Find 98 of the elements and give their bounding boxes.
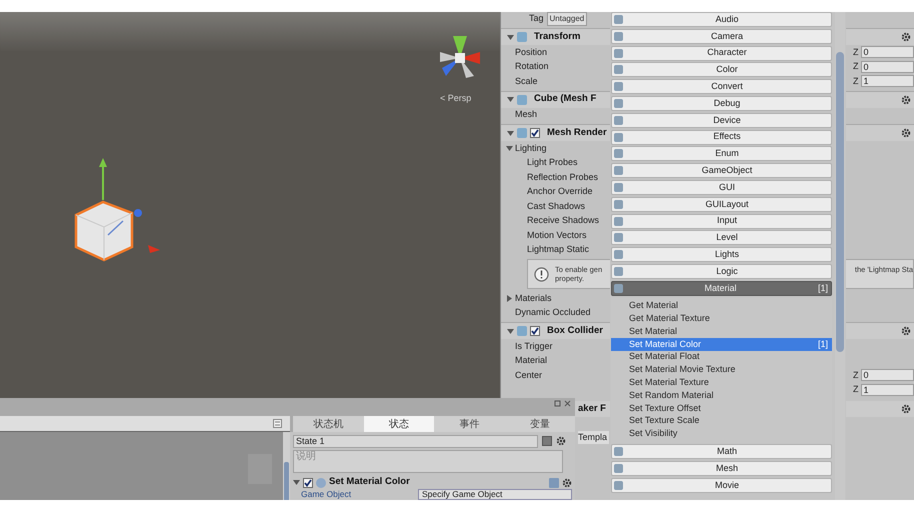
foldout-arrow-icon[interactable]	[507, 96, 514, 103]
property-label: Dynamic Occluded	[514, 306, 591, 319]
component-icon	[517, 128, 527, 138]
property-label: Receive Shadows	[527, 214, 600, 227]
property-label: Is Trigger	[514, 340, 553, 353]
tab[interactable]: 状态	[364, 416, 434, 432]
action-item[interactable]: Set Material Color [1]	[611, 338, 832, 351]
action-title: Set Material Color	[329, 475, 410, 490]
component-title: Mesh Render	[546, 126, 607, 140]
component-title: Box Collider	[546, 324, 603, 338]
z-input-field[interactable]: 1	[860, 75, 914, 88]
category-button[interactable]: Input	[611, 214, 832, 229]
property-label: Rotation	[514, 60, 549, 73]
foldout-arrow-icon[interactable]	[506, 144, 513, 152]
property-label: Scale	[514, 74, 538, 88]
foldout-arrow-icon[interactable]	[293, 479, 300, 486]
category-button[interactable]: Color	[611, 62, 832, 78]
tab[interactable]: 变量	[504, 416, 575, 432]
game-object-dropdown[interactable]: Specify Game Object	[418, 489, 572, 500]
component-icon	[517, 94, 527, 104]
component-icon	[517, 32, 527, 42]
category-button[interactable]: Lights	[611, 247, 832, 262]
category-button[interactable]: Effects	[611, 130, 832, 145]
description-field[interactable]: 说明	[293, 450, 563, 473]
category-button[interactable]: Logic	[611, 264, 832, 279]
category-button[interactable]: Enum	[611, 146, 832, 162]
info-icon	[534, 266, 549, 282]
action-item[interactable]: Set Material Texture	[611, 376, 832, 390]
component-title: Cube (Mesh F	[533, 92, 596, 106]
field-label: Game Object	[300, 488, 352, 500]
scrollbar[interactable]	[835, 12, 845, 500]
foldout-arrow-icon[interactable]	[506, 294, 513, 302]
action-item[interactable]: Set Texture Offset	[611, 402, 832, 415]
z-label: Z	[853, 368, 858, 382]
category-button[interactable]: Movie	[611, 478, 832, 493]
scrollbar[interactable]	[283, 432, 290, 500]
category-button[interactable]: Convert	[611, 79, 832, 94]
action-item[interactable]: Get Material	[611, 300, 832, 312]
close-icon[interactable]	[564, 400, 571, 407]
z-input-field[interactable]: 0	[860, 369, 914, 382]
tab[interactable]: 状态机	[293, 416, 364, 432]
state-name-field[interactable]: State 1	[293, 434, 538, 448]
property-label: Lightmap Static	[527, 243, 590, 256]
action-item[interactable]: Set Material Float	[611, 350, 832, 364]
property-label: Center	[514, 368, 542, 382]
checkbox[interactable]	[303, 478, 313, 488]
category-button[interactable]: GUI	[611, 180, 832, 195]
action-item[interactable]: Set Material Movie Texture	[611, 364, 832, 376]
category-button[interactable]: Debug	[611, 96, 832, 111]
category-button[interactable]: Mesh	[611, 461, 832, 476]
category-button[interactable]: Camera	[611, 28, 832, 44]
foldout-label[interactable]: Materials	[515, 292, 552, 305]
property-label: Anchor Override	[527, 185, 593, 198]
property-label: Motion Vectors	[527, 228, 587, 242]
category-button[interactable]: Character	[611, 46, 832, 61]
z-input-field[interactable]: 0	[860, 46, 914, 58]
action-item[interactable]: Set Random Material	[611, 389, 832, 402]
category-button[interactable]: Device	[611, 112, 832, 128]
tag-label: Tag	[529, 12, 544, 26]
z-input-field[interactable]: 1	[860, 384, 914, 396]
foldout-arrow-icon[interactable]	[507, 328, 514, 334]
tag-dropdown[interactable]: Untagged	[546, 12, 588, 26]
action-item[interactable]: Get Material Texture	[611, 312, 832, 326]
action-item[interactable]: Set Texture Scale	[611, 414, 832, 428]
component-icon	[517, 326, 527, 336]
property-label: Mesh	[514, 108, 538, 121]
foldout-arrow-icon[interactable]	[507, 130, 514, 136]
property-label: Reflection Probes	[527, 170, 598, 184]
property-label: Cast Shadows	[527, 200, 586, 212]
category-button[interactable]: Level	[611, 230, 832, 246]
view-mode-label[interactable]: < Persp	[440, 92, 472, 106]
foldout-label[interactable]: Lighting	[515, 142, 547, 155]
category-button[interactable]: Math	[611, 444, 832, 460]
count-label: [1]	[818, 338, 828, 351]
checkbox[interactable]	[530, 128, 540, 138]
component-title: Transform	[533, 30, 580, 44]
tab[interactable]: 事件	[434, 416, 504, 432]
z-label: Z	[853, 60, 858, 73]
action-item[interactable]: Set Material	[611, 325, 832, 338]
category-button[interactable]: Audio	[611, 12, 832, 27]
checkbox[interactable]	[530, 326, 540, 336]
foldout-arrow-icon[interactable]	[507, 34, 514, 40]
template-field[interactable]: Templa	[578, 430, 610, 444]
restore-icon[interactable]	[554, 400, 561, 407]
property-label: Material	[514, 354, 548, 367]
z-label: Z	[853, 46, 858, 58]
color-swatch[interactable]	[542, 436, 552, 446]
property-label: Position	[514, 46, 548, 58]
property-label: Light Probes	[527, 156, 578, 169]
count-label: [1]	[818, 282, 829, 295]
category-button[interactable]: Material [1]	[611, 280, 832, 296]
z-label: Z	[853, 74, 858, 88]
category-button[interactable]: GUILayout	[611, 196, 832, 212]
z-input-field[interactable]: 0	[860, 60, 914, 73]
category-button[interactable]: GameObject	[611, 163, 832, 178]
action-item[interactable]: Set Visibility	[611, 428, 832, 440]
component-title: aker F	[578, 402, 606, 416]
z-label: Z	[853, 383, 858, 396]
